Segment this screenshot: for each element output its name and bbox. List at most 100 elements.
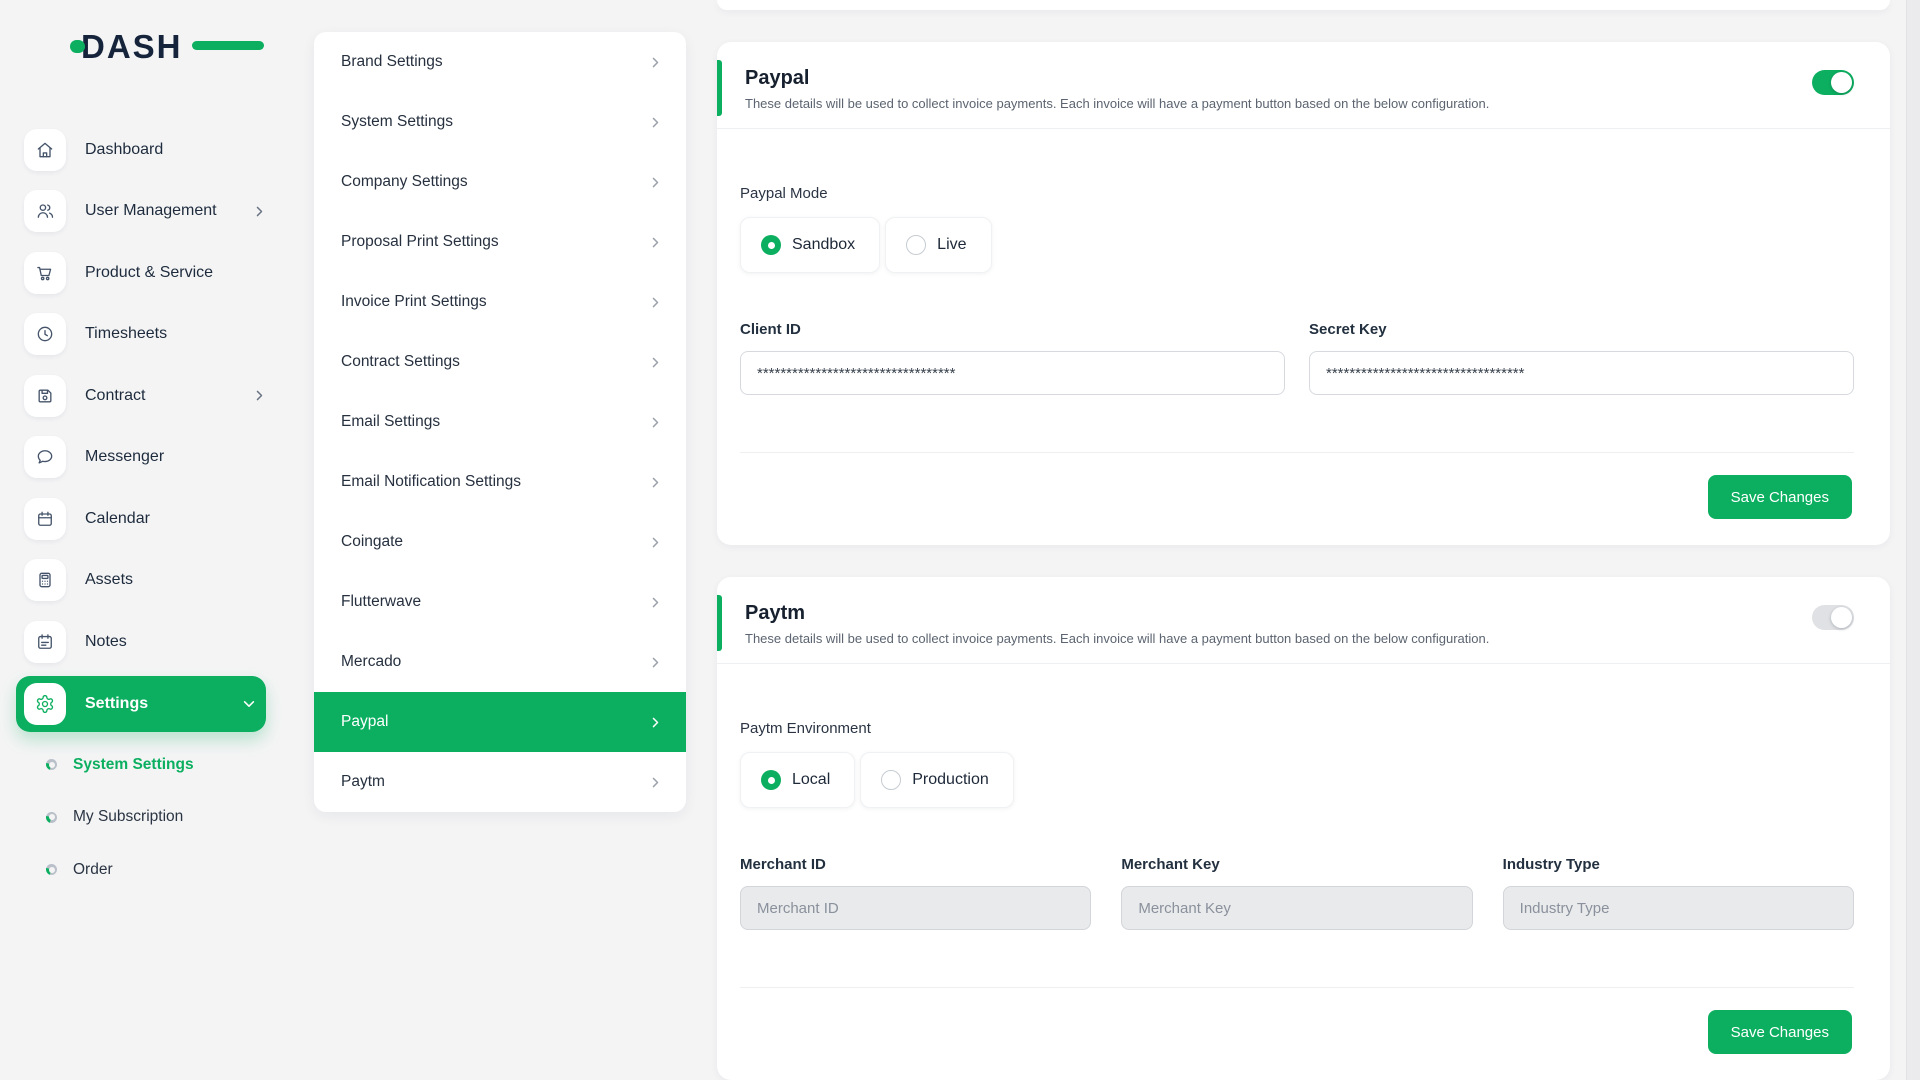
sidebar-item-calendar[interactable]: Calendar xyxy=(0,488,266,550)
paytm-save-changes-button[interactable]: Save Changes xyxy=(1708,1010,1852,1054)
paytm-env-local-option[interactable]: Local xyxy=(740,752,855,808)
radio-unselected-icon xyxy=(906,235,926,255)
sidebar-item-label: Assets xyxy=(85,571,133,589)
chevron-down-icon xyxy=(242,697,256,711)
toggle-knob xyxy=(1831,607,1852,628)
client-id-input[interactable] xyxy=(740,351,1285,395)
settings-menu-item-mercado[interactable]: Mercado xyxy=(314,632,686,692)
settings-menu-item-company-settings[interactable]: Company Settings xyxy=(314,152,686,212)
paypal-card: Paypal These details will be used to col… xyxy=(717,42,1890,545)
secret-key-input[interactable] xyxy=(1309,351,1854,395)
option-label: Production xyxy=(912,771,989,789)
paytm-enabled-toggle[interactable] xyxy=(1812,605,1854,630)
menu-item-label: Mercado xyxy=(341,653,401,671)
settings-menu-item-paytm[interactable]: Paytm xyxy=(314,752,686,812)
gear-icon xyxy=(24,683,66,725)
bullet-icon xyxy=(46,759,57,770)
scrollbar-track[interactable] xyxy=(1906,0,1920,1080)
chevron-right-icon xyxy=(649,116,662,129)
sidebar-item-dashboard[interactable]: Dashboard xyxy=(0,119,266,181)
sidebar-item-product-service[interactable]: Product & Service xyxy=(0,242,266,304)
sidebar-item-timesheets[interactable]: Timesheets xyxy=(0,304,266,366)
cart-icon xyxy=(24,252,66,294)
industry-type-input xyxy=(1503,886,1854,930)
radio-unselected-icon xyxy=(881,770,901,790)
chevron-right-icon xyxy=(649,176,662,189)
chevron-right-icon xyxy=(649,236,662,249)
industry-type-label: Industry Type xyxy=(1503,856,1854,873)
menu-item-label: Contract Settings xyxy=(341,353,460,371)
calculator-icon xyxy=(24,559,66,601)
chevron-right-icon xyxy=(649,296,662,309)
paypal-mode-label: Paypal Mode xyxy=(740,185,1854,202)
home-icon xyxy=(24,129,66,171)
merchant-key-label: Merchant Key xyxy=(1121,856,1472,873)
menu-item-label: Brand Settings xyxy=(341,53,443,71)
option-label: Sandbox xyxy=(792,236,855,254)
main-content: Paypal These details will be used to col… xyxy=(717,0,1890,1080)
sidebar-item-contract[interactable]: Contract xyxy=(0,365,266,427)
sub-item-system-settings[interactable]: System Settings xyxy=(0,739,292,792)
sidebar-item-messenger[interactable]: Messenger xyxy=(0,427,266,489)
merchant-id-input xyxy=(740,886,1091,930)
sidebar-item-user-management[interactable]: User Management xyxy=(0,181,266,243)
menu-item-label: Proposal Print Settings xyxy=(341,233,499,251)
paypal-card-title: Paypal xyxy=(745,66,1812,90)
bullet-icon xyxy=(46,864,57,875)
settings-menu-item-proposal-print-settings[interactable]: Proposal Print Settings xyxy=(314,212,686,272)
chevron-right-icon xyxy=(649,356,662,369)
sidebar-item-label: User Management xyxy=(85,202,217,220)
paypal-enabled-toggle[interactable] xyxy=(1812,70,1854,95)
paytm-env-production-option[interactable]: Production xyxy=(860,752,1014,808)
contract-save-icon xyxy=(24,375,66,417)
settings-menu-item-coingate[interactable]: Coingate xyxy=(314,512,686,572)
logo-accent-dot xyxy=(70,40,85,53)
calendar-icon xyxy=(24,498,66,540)
paytm-card-title: Paytm xyxy=(745,601,1812,625)
logo-accent-dash xyxy=(192,41,264,50)
users-icon xyxy=(24,190,66,232)
accent-bar xyxy=(717,595,722,651)
paytm-card-description: These details will be used to collect in… xyxy=(745,631,1812,647)
paypal-mode-live-option[interactable]: Live xyxy=(885,217,991,273)
settings-menu-item-brand-settings[interactable]: Brand Settings xyxy=(314,32,686,92)
settings-sub-nav: System Settings My Subscription Order xyxy=(0,739,292,897)
client-id-label: Client ID xyxy=(740,321,1285,338)
secret-key-label: Secret Key xyxy=(1309,321,1854,338)
paypal-mode-sandbox-option[interactable]: Sandbox xyxy=(740,217,880,273)
settings-menu-item-email-settings[interactable]: Email Settings xyxy=(314,392,686,452)
menu-item-label: Email Settings xyxy=(341,413,440,431)
logo-text: DASH xyxy=(81,30,183,63)
app-logo: DASH xyxy=(70,26,220,66)
settings-menu-item-system-settings[interactable]: System Settings xyxy=(314,92,686,152)
menu-item-label: Invoice Print Settings xyxy=(341,293,487,311)
settings-menu-item-flutterwave[interactable]: Flutterwave xyxy=(314,572,686,632)
settings-menu-item-invoice-print-settings[interactable]: Invoice Print Settings xyxy=(314,272,686,332)
chevron-right-icon xyxy=(649,56,662,69)
notes-icon xyxy=(24,621,66,663)
sidebar-item-settings[interactable]: Settings xyxy=(16,676,266,732)
settings-menu-item-email-notification-settings[interactable]: Email Notification Settings xyxy=(314,452,686,512)
menu-item-label: System Settings xyxy=(341,113,453,131)
paypal-save-changes-button[interactable]: Save Changes xyxy=(1708,475,1852,519)
sidebar-item-label: Product & Service xyxy=(85,264,213,282)
accent-bar xyxy=(717,60,722,116)
sub-item-order[interactable]: Order xyxy=(0,844,292,897)
paytm-card: Paytm These details will be used to coll… xyxy=(717,577,1890,1080)
menu-item-label: Paytm xyxy=(341,773,385,791)
sidebar-item-label: Messenger xyxy=(85,448,164,466)
sidebar-item-notes[interactable]: Notes xyxy=(0,611,266,673)
menu-item-label: Email Notification Settings xyxy=(341,473,521,491)
sidebar-item-label: Contract xyxy=(85,387,145,405)
sub-item-my-subscription[interactable]: My Subscription xyxy=(0,791,292,844)
sidebar-item-assets[interactable]: Assets xyxy=(0,550,266,612)
settings-menu-item-contract-settings[interactable]: Contract Settings xyxy=(314,332,686,392)
sub-item-label: Order xyxy=(73,861,113,879)
previous-card-bottom xyxy=(717,0,1890,10)
paytm-card-header: Paytm These details will be used to coll… xyxy=(717,577,1890,664)
settings-menu-item-paypal[interactable]: Paypal xyxy=(314,692,686,752)
bullet-icon xyxy=(46,812,57,823)
sidebar-item-label: Dashboard xyxy=(85,141,163,159)
chevron-right-icon xyxy=(649,776,662,789)
sub-item-label: System Settings xyxy=(73,756,194,774)
